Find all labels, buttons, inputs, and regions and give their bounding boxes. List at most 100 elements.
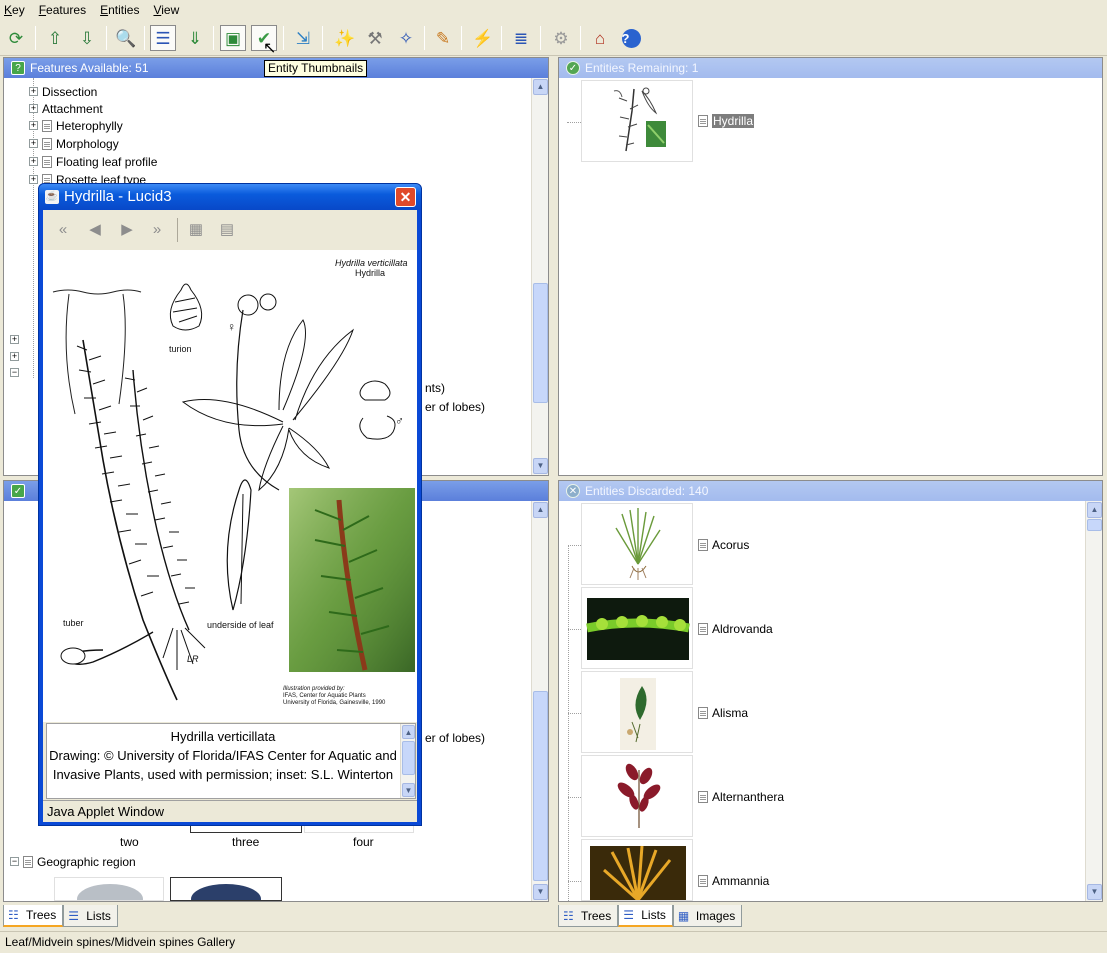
compare-icon[interactable]: ⇲	[290, 25, 316, 51]
entity-thumbnail-ammannia[interactable]	[581, 839, 693, 901]
last-image-icon[interactable]: »	[147, 220, 167, 240]
document-icon	[698, 707, 708, 719]
restart-icon[interactable]: ⟳	[3, 25, 29, 51]
scroll-up-icon[interactable]: ▲	[533, 502, 548, 518]
close-icon[interactable]: ✕	[395, 187, 416, 207]
scroll-thumb[interactable]	[533, 691, 548, 881]
lightning-icon[interactable]: ⚡	[470, 25, 496, 51]
toolbar-separator	[283, 26, 284, 50]
tree-item[interactable]: + Floating leaf profile	[29, 153, 157, 170]
entity-name: Alternanthera	[712, 790, 785, 804]
entity-item[interactable]: Hydrilla	[698, 114, 755, 128]
tab-trees[interactable]: ☷ Trees	[3, 905, 64, 927]
expand-icon[interactable]: +	[10, 352, 19, 361]
caption-scrollbar[interactable]: ▲ ▼	[400, 724, 415, 798]
expand-icon[interactable]: +	[29, 175, 38, 184]
popup-title-bar[interactable]: ☕ Hydrilla - Lucid3 ✕	[39, 184, 421, 210]
entity-thumbnail-alisma[interactable]	[581, 671, 693, 753]
expand-icon[interactable]: +	[29, 104, 38, 113]
expand-icon[interactable]: +	[29, 139, 38, 148]
scroll-up-icon[interactable]: ▲	[533, 79, 548, 95]
collapse-icon[interactable]: −	[10, 368, 19, 377]
document-icon	[698, 115, 708, 127]
query-icon[interactable]: ⚙	[548, 25, 574, 51]
tree-item[interactable]: +	[10, 348, 23, 365]
first-image-icon[interactable]: «	[53, 220, 73, 240]
tab-lists[interactable]: ☰ Lists	[618, 905, 673, 927]
scroll-up-icon[interactable]: ▲	[1087, 502, 1102, 518]
tree-icon: ☷	[8, 908, 19, 922]
home-icon[interactable]: ⌂	[587, 25, 613, 51]
female-symbol: ♀	[227, 320, 236, 334]
tree-item[interactable]: + Heterophylly	[29, 117, 123, 134]
previous-image-icon[interactable]: ◀	[85, 220, 105, 240]
scroll-down-icon[interactable]: ▼	[402, 783, 415, 797]
scroll-thumb[interactable]	[1087, 519, 1102, 531]
entity-popup-window[interactable]: ☕ Hydrilla - Lucid3 ✕ « ◀ ▶ » ▦ ▤ Hydril…	[38, 183, 422, 826]
list-view-icon[interactable]: ☰	[150, 25, 176, 51]
tree-item[interactable]: + Morphology	[29, 135, 119, 152]
lower-left-scrollbar[interactable]: ▲ ▼	[531, 501, 548, 901]
discarded-scrollbar[interactable]: ▲ ▼	[1085, 501, 1102, 901]
entity-thumbnail-aldrovanda[interactable]	[581, 587, 693, 669]
tree-item-label: Attachment	[42, 101, 103, 116]
feature-thumbnails-icon[interactable]: ▣	[220, 25, 246, 51]
image-menu-icon[interactable]: ▤	[217, 220, 237, 240]
find-icon[interactable]: 🔍	[113, 25, 139, 51]
credit-line: IFAS, Center for Aquatic Plants	[283, 693, 366, 699]
expand-icon[interactable]: +	[10, 335, 19, 344]
menu-view[interactable]: View	[153, 3, 179, 17]
scroll-down-icon[interactable]: ▼	[533, 458, 548, 474]
scroll-thumb[interactable]	[402, 741, 415, 775]
collapse-icon[interactable]: −	[10, 857, 19, 866]
entity-thumbnail-acorus[interactable]	[581, 503, 693, 585]
help-icon[interactable]: ?	[618, 25, 644, 51]
next-image-icon[interactable]: ▶	[117, 220, 137, 240]
expand-icon[interactable]: +	[29, 87, 38, 96]
tab-label: Trees	[581, 908, 612, 923]
tab-lists[interactable]: ☰ Lists	[63, 905, 118, 927]
best-plus-icon[interactable]: ✧	[393, 25, 419, 51]
thumbnail-grid-icon[interactable]: ▦	[186, 220, 206, 240]
check-circle-icon: ✓	[566, 61, 580, 75]
menu-entities[interactable]: Entities	[100, 3, 139, 17]
entity-item[interactable]: Ammannia	[698, 874, 769, 888]
numbered-list-icon[interactable]: ≣	[508, 25, 534, 51]
scroll-up-icon[interactable]: ▲	[402, 725, 415, 739]
move-up-icon[interactable]: ⇧	[42, 25, 68, 51]
tree-item[interactable]: − Geographic region	[10, 853, 136, 870]
tree-item[interactable]: + Attachment	[29, 100, 103, 117]
entity-item[interactable]: Alternanthera	[698, 790, 784, 804]
tree-item[interactable]: +	[10, 331, 23, 348]
region-thumbnail[interactable]	[170, 877, 282, 901]
entity-thumbnail-hydrilla[interactable]	[581, 80, 693, 162]
scroll-down-icon[interactable]: ▼	[1087, 884, 1102, 900]
expand-icon[interactable]: +	[29, 121, 38, 130]
toolbar-separator	[322, 26, 323, 50]
wand-icon[interactable]: ✨	[332, 25, 358, 51]
popup-toolbar: « ◀ ▶ » ▦ ▤	[43, 210, 417, 250]
sort-icon[interactable]: ⇓	[182, 25, 208, 51]
entity-item[interactable]: Acorus	[698, 538, 749, 552]
menu-key[interactable]: Key	[4, 3, 25, 17]
toolbar-separator	[580, 26, 581, 50]
best-icon[interactable]: ⚒	[362, 25, 388, 51]
credit-line: University of Florida, Gainesville, 1990	[283, 700, 386, 706]
move-down-icon[interactable]: ⇩	[74, 25, 100, 51]
entity-thumbnail-alternanthera[interactable]	[581, 755, 693, 837]
tree-item[interactable]: + Dissection	[29, 83, 97, 100]
features-scrollbar[interactable]: ▲ ▼	[531, 78, 548, 475]
menu-features[interactable]: Features	[39, 3, 86, 17]
tree-item[interactable]: −	[10, 364, 23, 381]
scroll-down-icon[interactable]: ▼	[533, 884, 548, 900]
scroll-thumb[interactable]	[533, 283, 548, 403]
label-turion: turion	[169, 344, 192, 354]
tool-icon[interactable]: ✎	[430, 25, 456, 51]
tab-images[interactable]: ▦ Images	[672, 905, 743, 927]
expand-icon[interactable]: +	[29, 157, 38, 166]
region-thumbnail[interactable]	[54, 877, 164, 901]
entity-item[interactable]: Aldrovanda	[698, 622, 773, 636]
tree-connector	[568, 629, 581, 630]
tab-trees[interactable]: ☷ Trees	[558, 905, 619, 927]
entity-item[interactable]: Alisma	[698, 706, 748, 720]
